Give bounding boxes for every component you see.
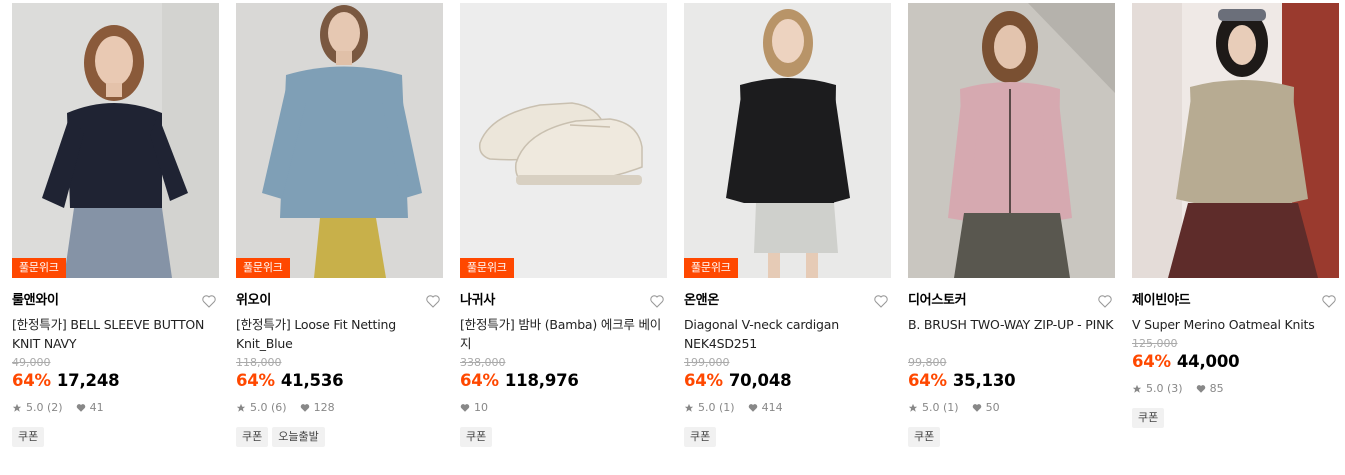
product-image[interactable]: 풀문위크 xyxy=(12,3,219,278)
discount-rate: 64% xyxy=(460,371,499,390)
discount-rate: 64% xyxy=(684,371,723,390)
brand-name[interactable]: 위오이 xyxy=(236,293,271,308)
coupon-tag: 쿠폰 xyxy=(12,427,45,447)
heart-icon xyxy=(76,404,85,412)
heart-icon xyxy=(300,404,309,412)
sale-price: 35,130 xyxy=(952,371,1016,390)
like-count: 41 xyxy=(89,401,104,414)
discount-rate: 64% xyxy=(908,371,947,390)
product-card[interactable]: 풀문위크 위오이 [한정특가] Loose Fit Netting Knit_B… xyxy=(236,3,443,447)
event-badge: 풀문위크 xyxy=(460,258,514,278)
product-name[interactable]: [한정특가] Loose Fit Netting Knit_Blue xyxy=(236,315,443,353)
star-icon xyxy=(1132,384,1142,393)
sale-price: 118,976 xyxy=(504,371,579,390)
event-badge: 풀문위크 xyxy=(684,258,738,278)
sale-price: 70,048 xyxy=(728,371,792,390)
heart-icon[interactable] xyxy=(201,293,217,309)
rating-text: 5.0 (6) xyxy=(250,401,287,414)
sale-price: 44,000 xyxy=(1176,352,1240,371)
star-icon xyxy=(236,403,246,412)
original-price: 125,000 xyxy=(1132,337,1178,350)
heart-icon xyxy=(460,404,470,412)
product-name[interactable]: B. BRUSH TWO-WAY ZIP-UP - PINK xyxy=(908,315,1115,353)
rating-text: 5.0 (3) xyxy=(1146,382,1183,395)
star-icon xyxy=(684,403,694,412)
product-card[interactable]: 풀문위크 나귀사 [한정특가] 밤바 (Bamba) 에크루 베이지 338,0… xyxy=(460,3,667,447)
product-image[interactable]: 풀문위크 xyxy=(684,3,891,278)
original-price: 99,800 xyxy=(908,356,947,369)
like-count: 85 xyxy=(1209,382,1224,395)
brand-name[interactable]: 나귀사 xyxy=(460,293,495,308)
like-count: 414 xyxy=(761,401,783,414)
discount-rate: 64% xyxy=(12,371,51,390)
star-icon xyxy=(12,403,22,412)
brand-name[interactable]: 디어스토커 xyxy=(908,293,967,308)
product-image[interactable] xyxy=(908,3,1115,278)
product-card[interactable]: 제이빈야드 V Super Merino Oatmeal Knits 125,0… xyxy=(1132,3,1339,428)
like-count: 10 xyxy=(474,401,488,414)
brand-name[interactable]: 제이빈야드 xyxy=(1132,293,1191,308)
rating-text: 5.0 (2) xyxy=(26,401,63,414)
product-card[interactable]: 풀문위크 온앤온 Diagonal V-neck cardigan NEK4SD… xyxy=(684,3,891,447)
like-count: 128 xyxy=(313,401,335,414)
coupon-tag: 쿠폰 xyxy=(460,427,493,447)
original-price: 49,000 xyxy=(12,356,51,369)
heart-icon[interactable] xyxy=(649,293,665,309)
product-name[interactable]: [한정특가] BELL SLEEVE BUTTON KNIT NAVY xyxy=(12,315,219,353)
heart-icon[interactable] xyxy=(425,293,441,309)
coupon-tag: 쿠폰 xyxy=(236,427,269,447)
product-name[interactable]: Diagonal V-neck cardigan NEK4SD251 xyxy=(684,315,891,353)
heart-icon xyxy=(972,404,981,412)
sale-price: 41,536 xyxy=(280,371,344,390)
heart-icon xyxy=(748,404,757,412)
discount-rate: 64% xyxy=(1132,352,1171,371)
discount-rate: 64% xyxy=(236,371,275,390)
original-price: 338,000 xyxy=(460,356,506,369)
sale-price: 17,248 xyxy=(56,371,120,390)
product-image[interactable] xyxy=(1132,3,1339,278)
product-card[interactable]: 풀문위크 룰앤와이 [한정특가] BELL SLEEVE BUTTON KNIT… xyxy=(12,3,219,447)
brand-name[interactable]: 룰앤와이 xyxy=(12,293,59,308)
product-image[interactable]: 풀문위크 xyxy=(460,3,667,278)
heart-icon xyxy=(1196,385,1205,393)
heart-icon[interactable] xyxy=(873,293,889,309)
original-price: 118,000 xyxy=(236,356,282,369)
like-count: 50 xyxy=(985,401,1000,414)
rating-text: 5.0 (1) xyxy=(922,401,959,414)
coupon-tag: 쿠폰 xyxy=(908,427,941,447)
coupon-tag: 쿠폰 xyxy=(684,427,717,447)
product-image[interactable]: 풀문위크 xyxy=(236,3,443,278)
event-badge: 풀문위크 xyxy=(236,258,290,278)
coupon-tag: 쿠폰 xyxy=(1132,408,1165,428)
product-card[interactable]: 디어스토커 B. BRUSH TWO-WAY ZIP-UP - PINK 99,… xyxy=(908,3,1115,447)
star-icon xyxy=(908,403,918,412)
same-day-shipping-tag: 오늘출발 xyxy=(272,427,325,447)
product-name[interactable]: V Super Merino Oatmeal Knits xyxy=(1132,315,1339,334)
heart-icon[interactable] xyxy=(1097,293,1113,309)
original-price: 199,000 xyxy=(684,356,730,369)
event-badge: 풀문위크 xyxy=(12,258,66,278)
heart-icon[interactable] xyxy=(1321,293,1337,309)
rating-text: 5.0 (1) xyxy=(698,401,735,414)
brand-name[interactable]: 온앤온 xyxy=(684,293,719,308)
product-name[interactable]: [한정특가] 밤바 (Bamba) 에크루 베이지 xyxy=(460,315,667,353)
